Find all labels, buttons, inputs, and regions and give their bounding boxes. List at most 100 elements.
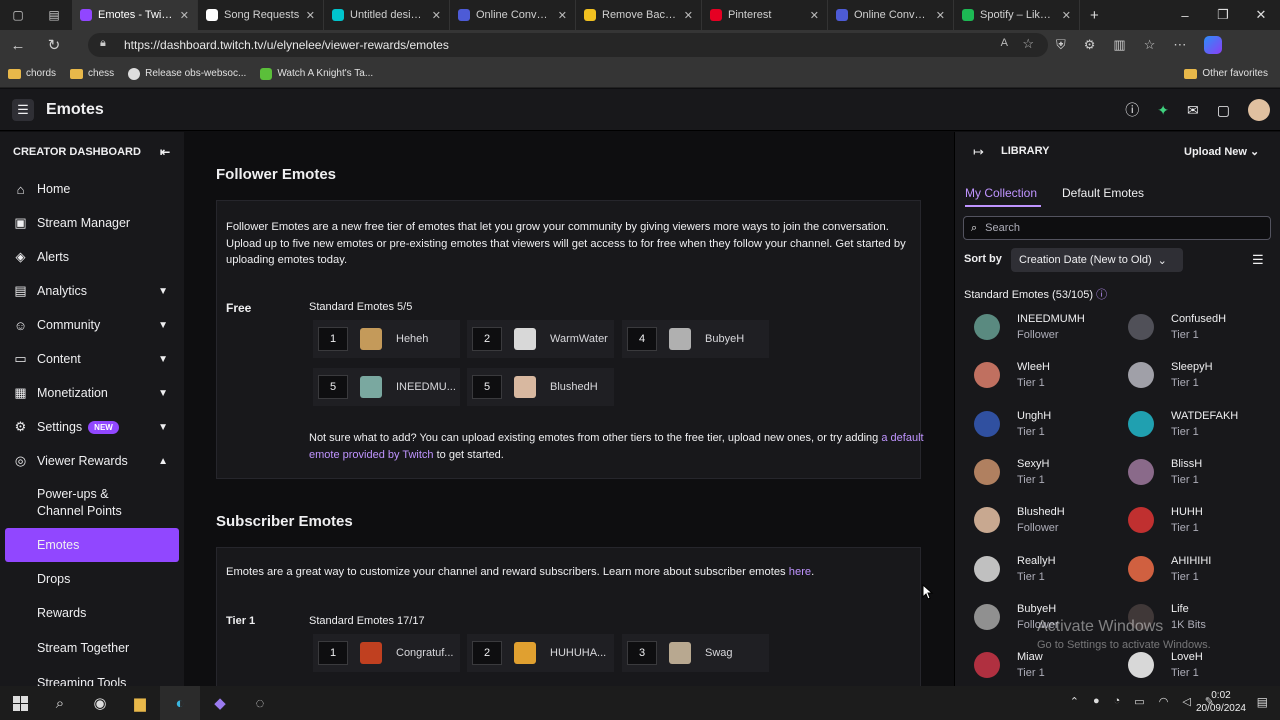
library-emote-item[interactable]: Miaw Tier 1 [964,647,1114,683]
collapse-library-icon[interactable]: ↦ [973,144,984,160]
close-tab-icon[interactable]: ✕ [432,9,441,22]
new-tab-icon[interactable]: + [1090,7,1099,24]
collapse-sidebar-icon[interactable]: ⇤ [160,145,170,159]
bookmark-chords[interactable]: chords [8,68,56,79]
drops-icon[interactable]: ✦ [1157,102,1169,119]
library-emote-item[interactable]: AHIHIHI Tier 1 [1118,551,1268,587]
info-icon[interactable]: ⓘ [1096,289,1107,301]
close-tab-icon[interactable]: ✕ [684,9,693,22]
url-input[interactable]: 🔒︎ https://dashboard.twitch.tv/u/elynele… [88,33,1048,57]
help-icon[interactable]: ⓘ [1125,100,1139,120]
browser-tab[interactable]: Online Converter ✕ [828,0,954,30]
clock[interactable]: 0:02 20/09/2024 [1196,689,1246,715]
read-aloud-icon[interactable]: A [1001,37,1008,49]
refresh-icon[interactable]: ↻ [36,30,72,60]
battery-icon[interactable]: ▭ [1134,695,1144,708]
library-emote-item[interactable]: BlissH Tier 1 [1118,454,1268,490]
sidebar-item-home[interactable]: ⌂ Home [0,172,184,206]
file-explorer-icon[interactable]: ▆ [120,686,160,720]
close-window-icon[interactable]: ✕ [1242,0,1280,30]
filter-icon[interactable]: ☰ [1252,252,1264,268]
favorite-star-icon[interactable]: ☆ [1022,36,1034,52]
other-favorites[interactable]: Other favorites [1184,68,1268,79]
upload-new-button[interactable]: Upload New ⌄ [1184,145,1259,158]
sidebar-item-streaming-tools[interactable]: Streaming Tools [0,666,184,686]
search-icon[interactable]: ⌕ [40,686,80,720]
sidebar-item-viewer-rewards[interactable]: ◎ Viewer Rewards ▲ [0,444,184,478]
emote-slot[interactable]: 5 INEEDMU... [313,368,460,406]
browser-tab[interactable]: Song Requests ✕ [198,0,324,30]
profile-icon[interactable]: ▢ [12,8,23,22]
emote-slot[interactable]: 1 Congratuf... [313,634,460,672]
favorites-icon[interactable]: ☆ [1144,37,1156,53]
sidebar-item-stream-together[interactable]: Stream Together [0,630,184,666]
sidebar-item-drops[interactable]: Drops [0,562,184,596]
app-icon[interactable]: ◆ [200,686,240,720]
sidebar-item-content[interactable]: ▭ Content ▼ [0,342,184,376]
edge-icon[interactable]: ◐ [160,686,200,720]
tab-my-collection[interactable]: My Collection [965,186,1037,200]
emote-slot[interactable]: 5 BlushedH [467,368,614,406]
close-tab-icon[interactable]: ✕ [180,9,189,22]
volume-icon[interactable]: ◁ [1182,695,1190,708]
tab-default-emotes[interactable]: Default Emotes [1062,186,1144,200]
chevron-up-icon[interactable]: ⌃ [1070,695,1079,708]
library-emote-item[interactable]: WleeH Tier 1 [964,357,1114,393]
close-tab-icon[interactable]: ✕ [306,9,315,22]
library-emote-item[interactable]: SexyH Tier 1 [964,454,1114,490]
minimize-icon[interactable]: – [1166,0,1204,30]
sidebar-item-stream-manager[interactable]: ▣ Stream Manager [0,206,184,240]
back-icon[interactable]: ← [0,30,36,60]
extensions-icon[interactable]: ⚙ [1084,37,1096,53]
browser-tab[interactable]: Emotes - Twitch ✕ [72,0,198,30]
close-tab-icon[interactable]: ✕ [1062,9,1071,22]
learn-more-link[interactable]: here [789,566,811,578]
emote-slot[interactable]: 4 BubyeH [622,320,769,358]
bookmark-chess[interactable]: chess [70,68,114,79]
default-emote-link-a[interactable]: a [881,432,887,444]
wifi-icon[interactable]: ◠ [1159,695,1169,708]
browser-tab[interactable]: Online Converter ✕ [450,0,576,30]
library-emote-item[interactable]: UnghH Tier 1 [964,406,1114,442]
sidebar-item-emotes[interactable]: Emotes [5,528,179,562]
bookmark-knight[interactable]: Watch A Knight's Ta... [260,67,373,80]
sort-select[interactable]: Creation Date (New to Old) ⌄ [1011,248,1183,272]
browser-tab[interactable]: Spotify – Liked So ✕ [954,0,1080,30]
close-tab-icon[interactable]: ✕ [936,9,945,22]
obs-icon[interactable]: ◉ [80,686,120,720]
workspaces-icon[interactable]: ▤ [48,8,59,22]
menu-icon[interactable]: ☰ [12,98,34,121]
browser-tab[interactable]: Untitled design - ✕ [324,0,450,30]
library-emote-item[interactable]: LoveH Tier 1 [1118,647,1268,683]
close-tab-icon[interactable]: ✕ [558,9,567,22]
browser-tab[interactable]: Pinterest ✕ [702,0,828,30]
emote-slot[interactable]: 1 Heheh [313,320,460,358]
sidebar-item-power-ups[interactable]: Power-ups & Channel Points [0,478,184,528]
library-emote-item[interactable]: WATDEFAKH Tier 1 [1118,406,1268,442]
library-emote-item[interactable]: HUHH Tier 1 [1118,502,1268,538]
close-tab-icon[interactable]: ✕ [810,9,819,22]
more-icon[interactable]: ⋯ [1173,37,1186,53]
notifications-icon[interactable]: ▤ [1257,695,1268,709]
split-screen-icon[interactable]: ▥ [1113,37,1125,53]
library-search-input[interactable]: ⌕ Search [963,216,1271,240]
library-emote-item[interactable]: INEEDMUMH Follower [964,309,1114,345]
library-emote-item[interactable]: ReallyH Tier 1 [964,551,1114,587]
sidebar-item-alerts[interactable]: ◈ Alerts [0,240,184,274]
sidebar-item-rewards[interactable]: Rewards [0,596,184,630]
shield-icon[interactable]: ⛨ [1056,37,1066,53]
sidebar-item-settings[interactable]: ⚙ Settings NEW ▼ [0,410,184,444]
sidebar-item-monetization[interactable]: ▦ Monetization ▼ [0,376,184,410]
settings-app-icon[interactable]: ◌ [240,686,280,720]
library-emote-item[interactable]: SleepyH Tier 1 [1118,357,1268,393]
emote-slot[interactable]: 2 WarmWater [467,320,614,358]
sidebar-item-analytics[interactable]: ▤ Analytics ▼ [0,274,184,308]
tray-icon[interactable]: ● [1093,695,1100,708]
browser-tab[interactable]: Remove Backgrou ✕ [576,0,702,30]
emote-slot[interactable]: 3 Swag [622,634,769,672]
maximize-icon[interactable]: ❐ [1204,0,1242,30]
library-emote-item[interactable]: ConfusedH Tier 1 [1118,309,1268,345]
inbox-icon[interactable]: ✉ [1187,102,1199,119]
windows-start-icon[interactable] [0,686,40,720]
sidebar-item-community[interactable]: ☺ Community ▼ [0,308,184,342]
